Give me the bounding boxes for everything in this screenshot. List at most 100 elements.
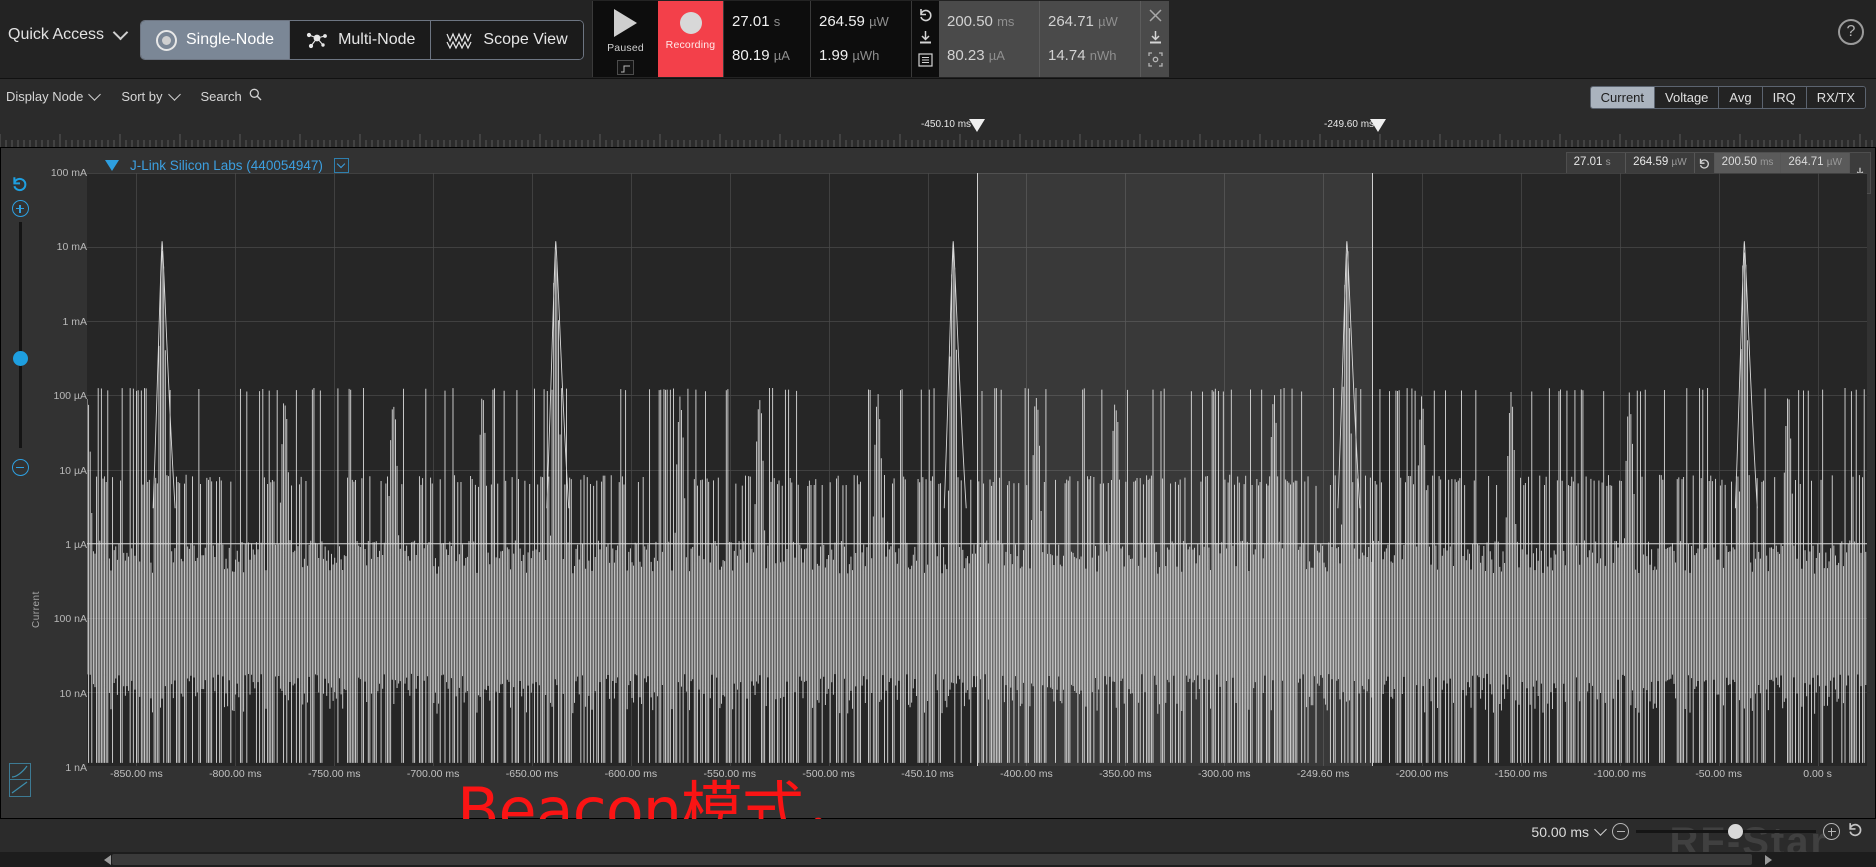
chevron-down-icon <box>168 88 181 101</box>
selection-power-energy-metric: 264.71 µW 14.74 nWh <box>1040 1 1141 77</box>
download-icon[interactable] <box>1144 27 1166 47</box>
play-pause-button[interactable]: Paused <box>593 1 658 77</box>
tab-irq[interactable]: IRQ <box>1763 87 1807 108</box>
session-avg-current-value: 80.19 µA <box>732 47 810 64</box>
node-title: J-Link Silicon Labs (440054947) <box>130 158 323 173</box>
x-tick-label: -100.00 ms <box>1594 768 1647 780</box>
undo-icon[interactable] <box>1693 155 1715 173</box>
session-time-current-metric: 27.01 s 80.19 µA <box>723 1 810 77</box>
readout-selection-power-value: 264.71 <box>1788 156 1823 168</box>
y-tick-label: 100 µA <box>54 390 88 402</box>
search-label: Search <box>201 89 242 104</box>
quick-access-menu[interactable]: Quick Access <box>8 26 126 44</box>
download-icon[interactable] <box>915 27 937 47</box>
focus-icon[interactable] <box>1144 50 1166 70</box>
close-icon[interactable] <box>1144 5 1166 25</box>
chevron-down-icon <box>113 25 129 41</box>
timescale-zoom-in-button[interactable] <box>1823 823 1840 840</box>
timescale-zoom-out-button[interactable] <box>1612 823 1629 840</box>
scroll-right-icon[interactable] <box>1765 855 1772 865</box>
readout-duration-value: 27.01 <box>1574 156 1603 168</box>
multi-node-icon <box>305 30 329 50</box>
timescale-control: 50.00 ms <box>1531 822 1864 841</box>
mode-multi-node-label: Multi-Node <box>338 31 415 49</box>
scope-view-icon <box>446 30 474 50</box>
current-trace <box>87 173 1867 766</box>
chevron-down-icon[interactable] <box>1594 823 1607 836</box>
horizontal-scrollbar[interactable] <box>0 852 1876 867</box>
timescale-value: 50.00 ms <box>1531 824 1589 840</box>
sort-by-dropdown[interactable]: Sort by <box>121 89 178 104</box>
session-duration-value: 27.01 s <box>732 13 810 30</box>
play-state-label: Paused <box>607 42 644 54</box>
y-tick-label: 1 µA <box>65 539 87 551</box>
undo-icon[interactable] <box>915 5 937 25</box>
scrollbar-thumb[interactable] <box>112 854 1752 865</box>
mode-multi-node[interactable]: Multi-Node <box>290 21 431 59</box>
node-header: J-Link Silicon Labs (440054947) <box>105 158 349 173</box>
scroll-left-icon[interactable] <box>104 855 111 865</box>
mode-single-node[interactable]: Single-Node <box>141 21 290 59</box>
x-tick-label: -750.00 ms <box>308 768 361 780</box>
filter-controls: Display Node Sort by Search <box>6 88 262 104</box>
y-tick-label: 10 µA <box>59 465 87 477</box>
quick-access-label: Quick Access <box>8 26 104 44</box>
marker-end-handle[interactable] <box>1370 119 1386 132</box>
mode-scope-view[interactable]: Scope View <box>431 21 582 59</box>
x-axis-ticks: -850.00 ms -800.00 ms -750.00 ms -700.00 ms… <box>87 768 1867 788</box>
x-tick-label: -800.00 ms <box>209 768 262 780</box>
sort-by-label: Sort by <box>121 89 162 104</box>
x-tick-label: 0.00 s <box>1803 768 1832 780</box>
chevron-down-icon <box>88 88 101 101</box>
record-button[interactable]: Recording <box>658 1 723 77</box>
readout-avg-power-value: 264.59 <box>1633 156 1668 168</box>
readout-selection-duration-value: 200.50 <box>1722 156 1757 168</box>
ruler-ticks <box>0 134 1876 147</box>
top-toolbar: Quick Access Single-Node <box>0 0 1876 79</box>
tab-current[interactable]: Current <box>1591 87 1655 108</box>
collapse-triangle-icon[interactable] <box>105 160 119 171</box>
node-options-dropdown[interactable] <box>334 158 349 173</box>
selection-panel: 200.50 ms 80.23 µA 264.71 µW 14.74 <box>939 1 1169 77</box>
marker-start-handle[interactable] <box>969 119 985 132</box>
help-label: ? <box>1847 23 1856 41</box>
play-toggle-row <box>593 60 658 75</box>
x-tick-label: -550.00 ms <box>704 768 757 780</box>
step-curve-icon[interactable] <box>617 60 634 75</box>
x-tick-label: -650.00 ms <box>506 768 559 780</box>
y-tick-label: 1 mA <box>62 316 87 328</box>
tab-rxtx[interactable]: RX/TX <box>1807 87 1865 108</box>
selection-avg-power-value: 264.71 µW <box>1048 13 1140 30</box>
display-node-label: Display Node <box>6 89 83 104</box>
tab-avg[interactable]: Avg <box>1719 87 1762 108</box>
session-avg-power-value: 264.59 µW <box>819 13 911 30</box>
plot-area[interactable] <box>87 173 1867 766</box>
marker-end-label: -249.60 ms <box>1324 119 1374 130</box>
selection-avg-current-value: 80.23 µA <box>947 47 1039 64</box>
play-icon <box>614 9 637 37</box>
list-icon[interactable] <box>915 50 937 70</box>
x-tick-label: -350.00 ms <box>1099 768 1152 780</box>
transport-cluster: Paused Recording 27.01 s 80.19 µA <box>592 1 1169 77</box>
display-node-dropdown[interactable]: Display Node <box>6 89 99 104</box>
record-state-label: Recording <box>666 39 716 51</box>
search-control[interactable]: Search <box>201 88 262 104</box>
x-tick-label: -400.00 ms <box>1000 768 1053 780</box>
help-button[interactable]: ? <box>1838 19 1864 45</box>
tab-voltage[interactable]: Voltage <box>1655 87 1719 108</box>
x-tick-label: -300.00 ms <box>1198 768 1251 780</box>
timescale-slider-handle[interactable] <box>1728 824 1743 839</box>
timescale-slider-track[interactable] <box>1636 830 1816 833</box>
x-tick-label: -249.60 ms <box>1297 768 1350 780</box>
x-tick-label: -700.00 ms <box>407 768 460 780</box>
session-energy-value: 1.99 µWh <box>819 47 911 64</box>
mode-scope-view-label: Scope View <box>483 31 567 49</box>
session-power-energy-metric: 264.59 µW 1.99 µWh <box>810 1 911 77</box>
x-tick-label: -600.00 ms <box>605 768 658 780</box>
time-ruler[interactable]: -450.10 ms -249.60 ms <box>0 117 1876 147</box>
x-tick-label: -850.00 ms <box>110 768 163 780</box>
chart-panel: J-Link Silicon Labs (440054947) 27.01 s … <box>0 147 1876 819</box>
timescale-reset-icon[interactable] <box>1847 822 1864 841</box>
x-tick-label: -50.00 ms <box>1695 768 1742 780</box>
single-node-icon <box>156 30 177 51</box>
